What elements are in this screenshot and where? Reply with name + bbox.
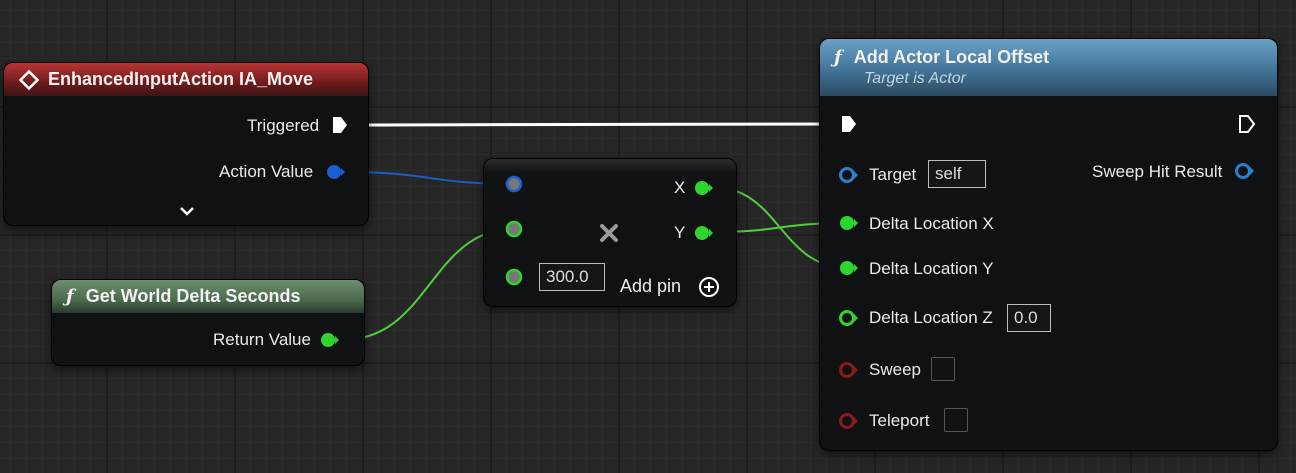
- delta-seconds-title: Get World Delta Seconds: [85, 286, 301, 306]
- input-action-header[interactable]: EnhancedInputAction IA_Move: [4, 63, 368, 96]
- target-value-field[interactable]: self: [928, 160, 986, 188]
- target-label: Target: [869, 165, 917, 184]
- delta-location-x-label: Delta Location X: [869, 214, 994, 233]
- action-value-pin[interactable]: [326, 163, 346, 181]
- delta-location-y-label: Delta Location Y: [869, 259, 994, 278]
- chevron-down-icon[interactable]: [178, 205, 196, 217]
- out-y-label: Y: [674, 223, 686, 242]
- input-action-title: EnhancedInputAction IA_Move: [48, 69, 314, 89]
- delta-location-x-pin[interactable]: [838, 214, 860, 232]
- sweep-hit-result-label: Sweep Hit Result: [1092, 162, 1223, 181]
- delta-location-z-field[interactable]: 0.0: [1007, 304, 1051, 332]
- triggered-exec-pin[interactable]: [331, 115, 349, 135]
- constant-input-pin[interactable]: [504, 267, 524, 287]
- delta-seconds-node[interactable]: ƒ Get World Delta Seconds Return Value: [52, 280, 364, 365]
- triggered-label: Triggered: [247, 116, 320, 135]
- out-x-label: X: [674, 178, 686, 197]
- function-icon: ƒ: [66, 286, 74, 307]
- teleport-pin[interactable]: [838, 412, 860, 430]
- delta-location-z-label: Delta Location Z: [869, 308, 993, 327]
- sweep-pin[interactable]: [838, 361, 860, 379]
- return-value-label: Return Value: [213, 330, 311, 349]
- add-offset-subtitle: Target is Actor: [864, 70, 966, 87]
- add-offset-title: Add Actor Local Offset: [853, 47, 1050, 67]
- exec-out-pin[interactable]: [1238, 114, 1256, 134]
- sweep-hit-result-pin[interactable]: [1234, 162, 1256, 180]
- add-offset-header[interactable]: ƒ Add Actor Local Offset Target is Actor: [820, 39, 1277, 96]
- delta-location-z-pin[interactable]: [838, 309, 860, 327]
- constant-value-field[interactable]: 300.0: [539, 263, 605, 291]
- add-pin-label[interactable]: Add pin: [620, 276, 681, 297]
- input-action-node[interactable]: EnhancedInputAction IA_Move Triggered Ac…: [4, 63, 368, 225]
- add-offset-node[interactable]: ƒ Add Actor Local Offset Target is Actor…: [820, 39, 1277, 450]
- sweep-checkbox[interactable]: [931, 357, 955, 381]
- out-x-pin[interactable]: [694, 179, 714, 197]
- delta-seconds-header[interactable]: ƒ Get World Delta Seconds: [52, 280, 364, 313]
- float-input-pin[interactable]: [504, 219, 524, 239]
- delta-location-y-pin[interactable]: [838, 259, 860, 277]
- function-icon: ƒ: [834, 47, 842, 68]
- sweep-label: Sweep: [869, 360, 921, 379]
- target-pin[interactable]: [838, 166, 860, 184]
- exec-wire: [351, 122, 843, 127]
- action-value-label: Action Value: [219, 162, 314, 181]
- multiply-icon: [600, 224, 618, 242]
- teleport-checkbox[interactable]: [944, 408, 968, 432]
- vector-input-pin[interactable]: [504, 174, 524, 194]
- teleport-label: Teleport: [869, 411, 930, 430]
- event-diamond-icon: [18, 69, 40, 90]
- exec-in-pin[interactable]: [840, 114, 858, 134]
- multiply-node[interactable]: 300.0 X Y Add pin: [484, 159, 736, 306]
- return-value-pin[interactable]: [320, 331, 340, 349]
- add-pin-icon[interactable]: [698, 276, 720, 298]
- out-y-pin[interactable]: [694, 224, 714, 242]
